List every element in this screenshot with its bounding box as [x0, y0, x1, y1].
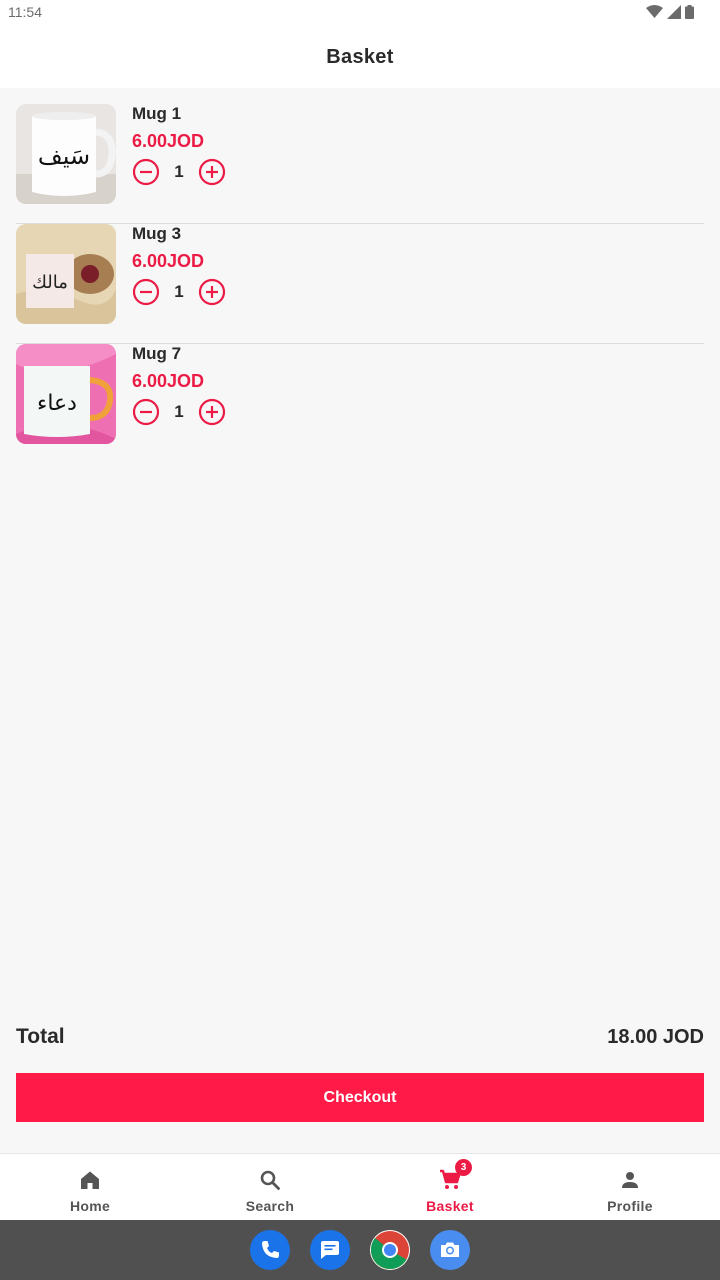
decrease-quantity-button[interactable] [132, 158, 160, 186]
status-icons [646, 5, 694, 19]
quantity-value: 1 [174, 402, 184, 421]
product-image: دعاء [16, 344, 116, 444]
increase-quantity-button[interactable] [198, 158, 226, 186]
product-image: سَيف [16, 104, 116, 204]
basket-item[interactable]: مالك Mug 3 6.00JOD 1 [16, 224, 704, 344]
basket-item-list: سَيف Mug 1 6.00JOD 1 مالك Mug 3 6.00JOD [16, 104, 704, 464]
cell-signal-icon [667, 5, 681, 19]
chrome-icon [370, 1231, 409, 1270]
cart-count-badge: 3 [455, 1159, 472, 1176]
product-image: مالك [16, 224, 116, 324]
increase-quantity-button[interactable] [198, 398, 226, 426]
total-value: 18.00 JOD [607, 1025, 704, 1048]
item-price: 6.00JOD [132, 131, 205, 151]
item-name: Mug 1 [132, 104, 182, 123]
person-icon [622, 1172, 638, 1188]
camera-icon [441, 1242, 459, 1257]
quantity-stepper: 1 [132, 398, 226, 426]
checkout-button[interactable]: Checkout [16, 1073, 704, 1122]
nav-label: Profile [607, 1198, 653, 1214]
nav-label: Home [69, 1198, 111, 1214]
item-name: Mug 3 [132, 224, 182, 243]
total-row: Total 18.00 JOD [16, 1022, 704, 1052]
total-label: Total [16, 1025, 65, 1048]
increase-quantity-button[interactable] [198, 278, 226, 306]
nav-item-basket[interactable]: 3 Basket [360, 1154, 540, 1220]
mug-calligraphy-text: سَيف [38, 142, 90, 170]
wifi-icon [646, 5, 663, 18]
decrease-quantity-button[interactable] [132, 278, 160, 306]
decrease-quantity-button[interactable] [132, 398, 160, 426]
messages-app-button[interactable] [310, 1230, 350, 1270]
nav-label: Search [245, 1198, 295, 1214]
phone-app-button[interactable] [250, 1230, 290, 1270]
basket-item[interactable]: دعاء Mug 7 6.00JOD 1 [16, 344, 704, 464]
battery-icon [685, 5, 694, 19]
item-name: Mug 7 [132, 344, 182, 363]
nav-item-profile[interactable]: Profile [540, 1154, 720, 1220]
page-title: Basket [326, 45, 394, 68]
camera-app-button[interactable] [430, 1230, 470, 1270]
status-time: 11:54 [8, 4, 42, 20]
search-icon [260, 1170, 280, 1190]
app-bar: Basket [0, 26, 720, 88]
item-price: 6.00JOD [132, 251, 205, 271]
bottom-navigation: Home Search 3 Basket Profile [0, 1153, 720, 1220]
nav-item-home[interactable]: Home [0, 1154, 180, 1220]
home-icon [81, 1171, 99, 1189]
phone-icon [262, 1241, 279, 1258]
mug-calligraphy-text: مالك [32, 272, 68, 293]
nav-item-search[interactable]: Search [180, 1154, 360, 1220]
quantity-value: 1 [174, 162, 184, 181]
item-price: 6.00JOD [132, 371, 205, 391]
status-bar: 11:54 [0, 0, 720, 26]
nav-label: Basket [426, 1198, 474, 1214]
quantity-stepper: 1 [132, 158, 226, 186]
basket-item[interactable]: سَيف Mug 1 6.00JOD 1 [16, 104, 704, 224]
quantity-value: 1 [174, 282, 184, 301]
system-dock [0, 1220, 720, 1280]
quantity-stepper: 1 [132, 278, 226, 306]
mug-calligraphy-text: دعاء [37, 391, 77, 416]
messages-icon [321, 1241, 339, 1259]
chrome-app-button[interactable] [370, 1230, 410, 1270]
